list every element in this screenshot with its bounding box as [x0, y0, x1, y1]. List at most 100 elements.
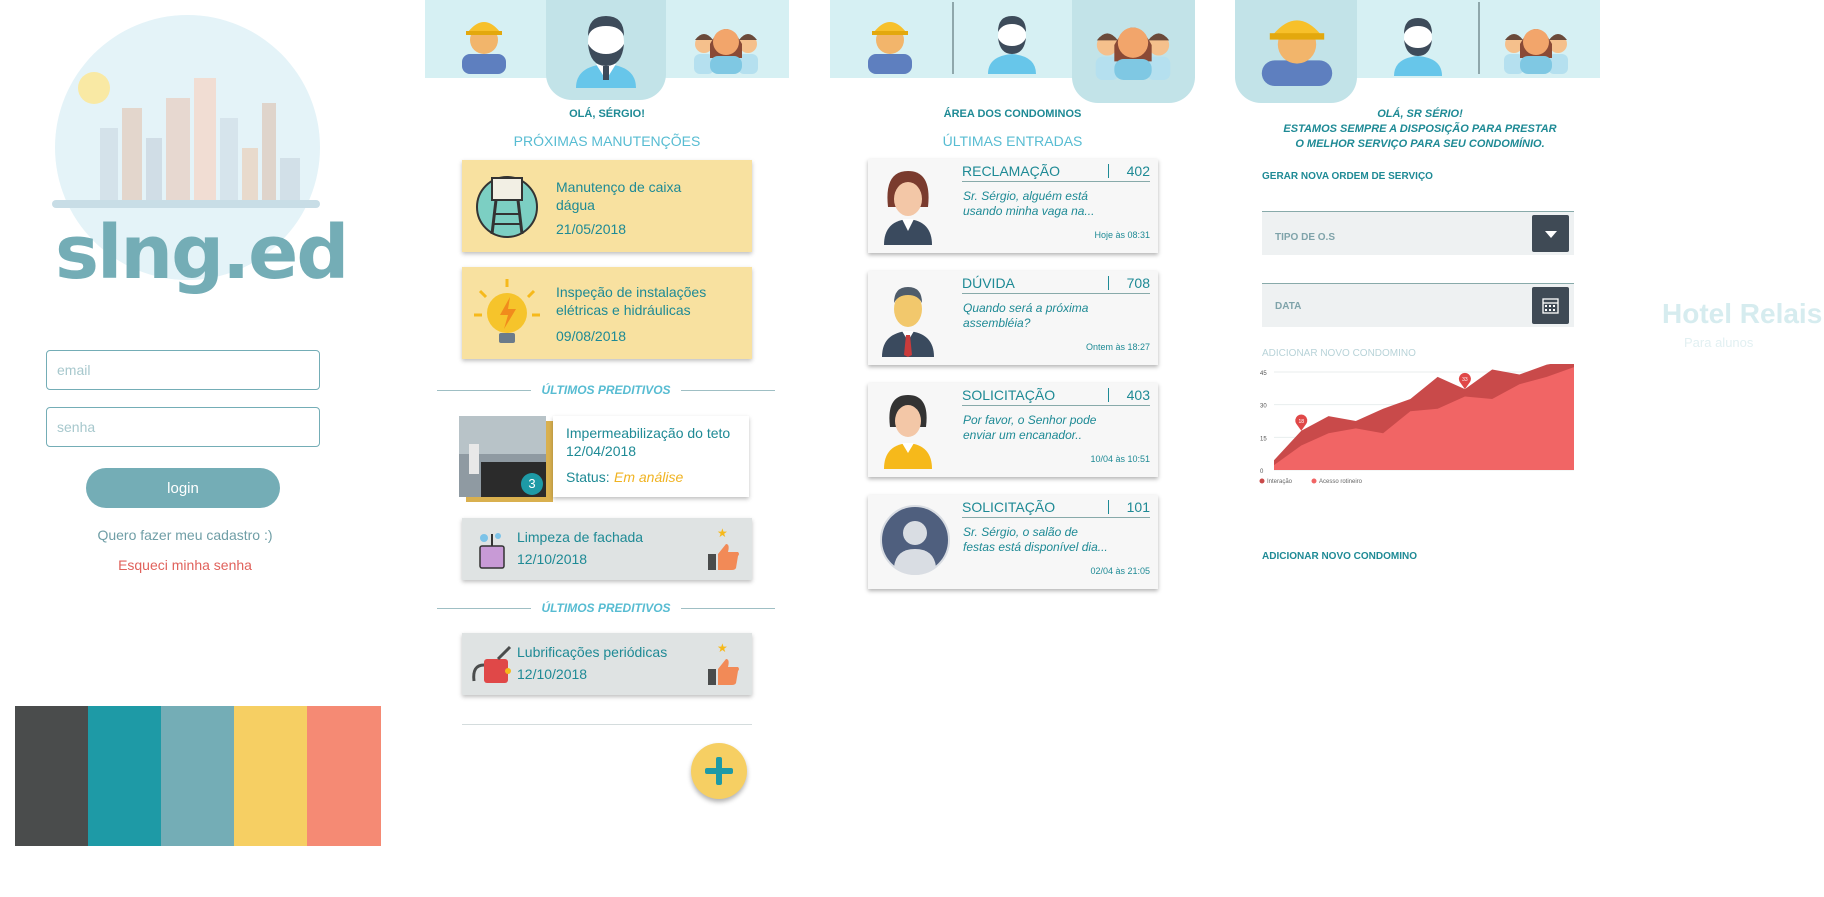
manager-icon[interactable] [982, 10, 1042, 74]
woman-avatar-icon [884, 171, 932, 245]
maintenance-title: Inspeção de instalações elétricas e hidr… [556, 284, 707, 318]
dropdown-button[interactable] [1532, 215, 1569, 252]
calendar-button[interactable] [1532, 287, 1569, 324]
predictive-date: 12/04/2018 [566, 443, 637, 459]
entry-message: Sr. Sérgio, o salão de festas está dispo… [963, 525, 1108, 554]
star-icon: ★ [717, 526, 728, 540]
entry-card[interactable]: SOLICITAÇÃO 101 Sr. Sérgio, o salão de f… [868, 495, 1158, 589]
entry-card[interactable]: RECLAMAÇÃO 402 Sr. Sérgio, alguém está u… [868, 159, 1158, 253]
entry-rule [962, 181, 1150, 182]
star-icon: ★ [717, 641, 728, 655]
skyline-ground [52, 200, 320, 208]
manager-icon[interactable] [566, 8, 646, 88]
separator-line [681, 608, 775, 609]
status-value: Em análise [614, 469, 684, 485]
group-icon[interactable] [1500, 14, 1572, 74]
area-series-2 [1274, 367, 1574, 470]
cleaning-icon [479, 533, 505, 569]
separator-line [437, 390, 531, 391]
predictive-title: Lubrificações periódicas [517, 644, 668, 660]
worker-icon[interactable] [862, 10, 918, 74]
entry-message: Quando será a próxima assembléia? [963, 301, 1089, 330]
palette-swatch-gray-blue [161, 706, 235, 846]
manager-icon[interactable] [1388, 12, 1448, 76]
thumbs-up-icon[interactable] [708, 542, 740, 570]
entry-rule [962, 517, 1150, 518]
calendar-icon [1542, 298, 1559, 314]
predictive-title: Limpeza de fachada [517, 529, 644, 545]
entry-card[interactable]: SOLICITAÇÃO 403 Por favor, o Senhor pode… [868, 383, 1158, 477]
y-tick-label: 15 [1260, 436, 1267, 442]
entry-time: 02/04 às 21:05 [1090, 566, 1150, 576]
new-order-label: GERAR NOVA ORDEM DE SERVIÇO [1262, 171, 1433, 182]
group-icon[interactable] [1088, 10, 1178, 80]
entry-card[interactable]: DÚVIDA 708 Quando será a próxima assembl… [868, 271, 1158, 365]
entry-number: 402 [1126, 163, 1150, 179]
section-title-maintenances: PRÓXIMAS MANUTENÇÕES [513, 133, 701, 149]
group-icon[interactable] [690, 14, 762, 74]
predictive-date: 12/10/2018 [517, 551, 588, 567]
email-input[interactable] [46, 350, 320, 390]
entry-number: 101 [1126, 499, 1150, 515]
predictive-section-label: ÚLTIMOS PREDITIVOS [541, 601, 671, 615]
thumbs-up-icon[interactable] [708, 657, 740, 685]
section-title-entries: ÚLTIMAS ENTRADAS [942, 133, 1083, 149]
entry-rule [962, 405, 1150, 406]
predictive-item-card[interactable]: Lubrificações periódicas 12/10/2018 ★ [462, 633, 752, 695]
entry-time: 10/04 às 10:51 [1090, 454, 1150, 464]
worker-icon[interactable] [1252, 6, 1342, 86]
entry-message: Por favor, o Senhor pode enviar um encan… [963, 413, 1097, 442]
entry-type: RECLAMAÇÃO [962, 163, 1061, 179]
greeting: OLÁ, SÉRGIO! [569, 108, 645, 120]
date-field[interactable] [1262, 283, 1574, 327]
greeting-line-2: ESTAMOS SEMPRE A DISPOSIÇÃO PARA PRESTAR [1283, 123, 1557, 135]
password-input[interactable] [46, 407, 320, 447]
maintenance-date: 21/05/2018 [556, 221, 627, 237]
y-tick-label: 30 [1260, 404, 1267, 410]
woman-avatar-icon [884, 395, 932, 469]
legend-dot [1259, 478, 1265, 484]
default-avatar-icon [880, 505, 950, 575]
data-marker-label: 33 [1462, 377, 1468, 383]
separator-line [681, 390, 775, 391]
entry-time: Ontem às 18:27 [1085, 342, 1150, 352]
predictive-title: Impermeabilização do teto [566, 425, 731, 441]
maintenance-card[interactable]: Manutenço de caixa dágua 21/05/2018 [462, 160, 752, 252]
forgot-password-link[interactable]: Esqueci minha senha [0, 557, 370, 573]
ghost-title: Hotel Relais [1662, 298, 1823, 329]
legend-dot [1311, 478, 1317, 484]
greeting-line-3: O MELHOR SERVIÇO PARA SEU CONDOMÍNIO. [1295, 138, 1545, 150]
maintenance-card[interactable]: Inspeção de instalações elétricas e hidr… [462, 267, 752, 359]
water-tank-icon [476, 176, 538, 238]
status-label: Status: [566, 469, 610, 485]
man-avatar-icon [882, 287, 934, 357]
entry-type: DÚVIDA [962, 275, 1015, 291]
y-tick-label: 0 [1260, 469, 1264, 475]
predictive-item-card[interactable]: Limpeza de fachada 12/10/2018 ★ [462, 518, 752, 580]
worker-icon[interactable] [456, 10, 512, 74]
predictive-featured-card[interactable]: Impermeabilização do teto 12/04/2018 Sta… [553, 416, 749, 497]
login-button[interactable]: login [86, 468, 280, 508]
entry-message: Sr. Sérgio, alguém está usando minha vag… [963, 189, 1095, 218]
area-chart: 0 15 30 45 18 33 Interação Acesso rotineiro [1259, 364, 1574, 485]
divider [462, 724, 752, 725]
city-skyline-icon [100, 78, 300, 202]
signup-link[interactable]: Quero fazer meu cadastro :) [0, 527, 370, 543]
maintenance-date: 09/08/2018 [556, 328, 627, 344]
count-badge: 3 [521, 473, 543, 495]
os-type-label: TIPO DE O.S [1275, 232, 1336, 243]
app-logo: slng.ed [55, 210, 349, 296]
greeting-line-1: OLÁ, SR SÉRIO! [1377, 108, 1463, 120]
add-button[interactable] [691, 743, 747, 799]
add-condo-link[interactable]: ADICIONAR NOVO CONDOMINO [1262, 551, 1417, 562]
ghost-subtitle: Para alunos [1684, 335, 1754, 350]
condominos-title: ÁREA DOS CONDOMINOS [943, 108, 1082, 120]
legend-label: Interação [1267, 479, 1293, 485]
y-tick-label: 45 [1260, 371, 1267, 377]
predictive-section-label: ÚLTIMOS PREDITIVOS [541, 383, 671, 397]
lightbulb-icon [474, 279, 540, 343]
palette-swatch-dark [15, 706, 89, 846]
header-divider [952, 2, 954, 74]
predictive-date: 12/10/2018 [517, 666, 588, 682]
chevron-down-icon [1545, 231, 1557, 238]
